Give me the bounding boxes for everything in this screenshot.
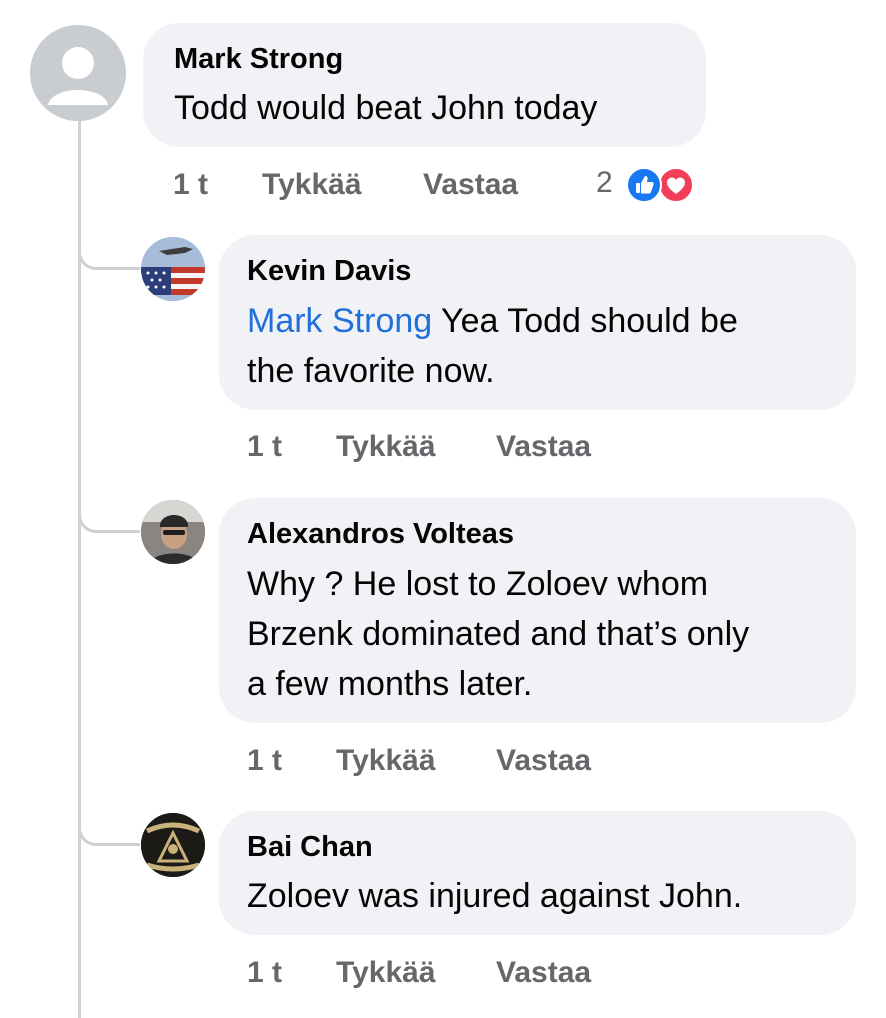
reply-button[interactable]: Vastaa [496, 956, 591, 990]
comment-bubble: Kevin Davis Mark Strong Yea Todd should … [219, 235, 856, 410]
avatar[interactable] [141, 237, 205, 301]
avatar[interactable] [141, 813, 205, 877]
comment-text-line: Mark Strong Yea Todd should be [247, 302, 738, 341]
comment-author[interactable]: Alexandros Volteas [247, 518, 514, 551]
reply-button[interactable]: Vastaa [496, 430, 591, 464]
reply-button[interactable]: Vastaa [423, 168, 518, 202]
like-icon [626, 167, 662, 203]
comment-text: Todd would beat John today [174, 89, 598, 127]
comment-text: Yea Todd should be [432, 302, 738, 340]
comment-bubble: Bai Chan Zoloev was injured against John… [219, 811, 856, 935]
logo-avatar-icon [141, 813, 205, 877]
reaction-summary[interactable]: 2 [596, 166, 708, 203]
comment-author[interactable]: Bai Chan [247, 831, 373, 864]
mention-link[interactable]: Mark Strong [247, 302, 432, 340]
comment-text: Brzenk dominated and that’s only [247, 615, 750, 653]
comment-author[interactable]: Kevin Davis [247, 255, 411, 288]
default-avatar-icon [30, 25, 126, 121]
reply-button[interactable]: Vastaa [496, 744, 591, 778]
like-button[interactable]: Tykkää [336, 430, 436, 464]
avatar[interactable] [141, 500, 205, 564]
comment-bubble: Alexandros Volteas Why ? He lost to Zolo… [219, 498, 856, 723]
love-icon [658, 167, 694, 203]
like-button[interactable]: Tykkää [262, 168, 362, 202]
timestamp[interactable]: 1 t [247, 744, 282, 778]
comment-text: the favorite now. [247, 352, 495, 390]
photo-avatar-icon [141, 500, 205, 564]
comment-text: Why ? He lost to Zoloev whom [247, 565, 709, 603]
comment-bubble: Mark Strong Todd would beat John today [143, 23, 706, 147]
like-button[interactable]: Tykkää [336, 744, 436, 778]
reply-connector [78, 240, 140, 270]
reply-connector [78, 816, 140, 846]
comment-author[interactable]: Mark Strong [174, 43, 343, 76]
avatar[interactable] [30, 25, 126, 121]
reaction-count: 2 [596, 166, 613, 199]
comment-text: Zoloev was injured against John. [247, 877, 743, 915]
like-button[interactable]: Tykkää [336, 956, 436, 990]
reply-connector [78, 503, 140, 533]
timestamp[interactable]: 1 t [247, 430, 282, 464]
timestamp[interactable]: 1 t [173, 168, 208, 202]
flag-avatar-icon [141, 237, 205, 301]
timestamp[interactable]: 1 t [247, 956, 282, 990]
comment-text: a few months later. [247, 665, 533, 703]
